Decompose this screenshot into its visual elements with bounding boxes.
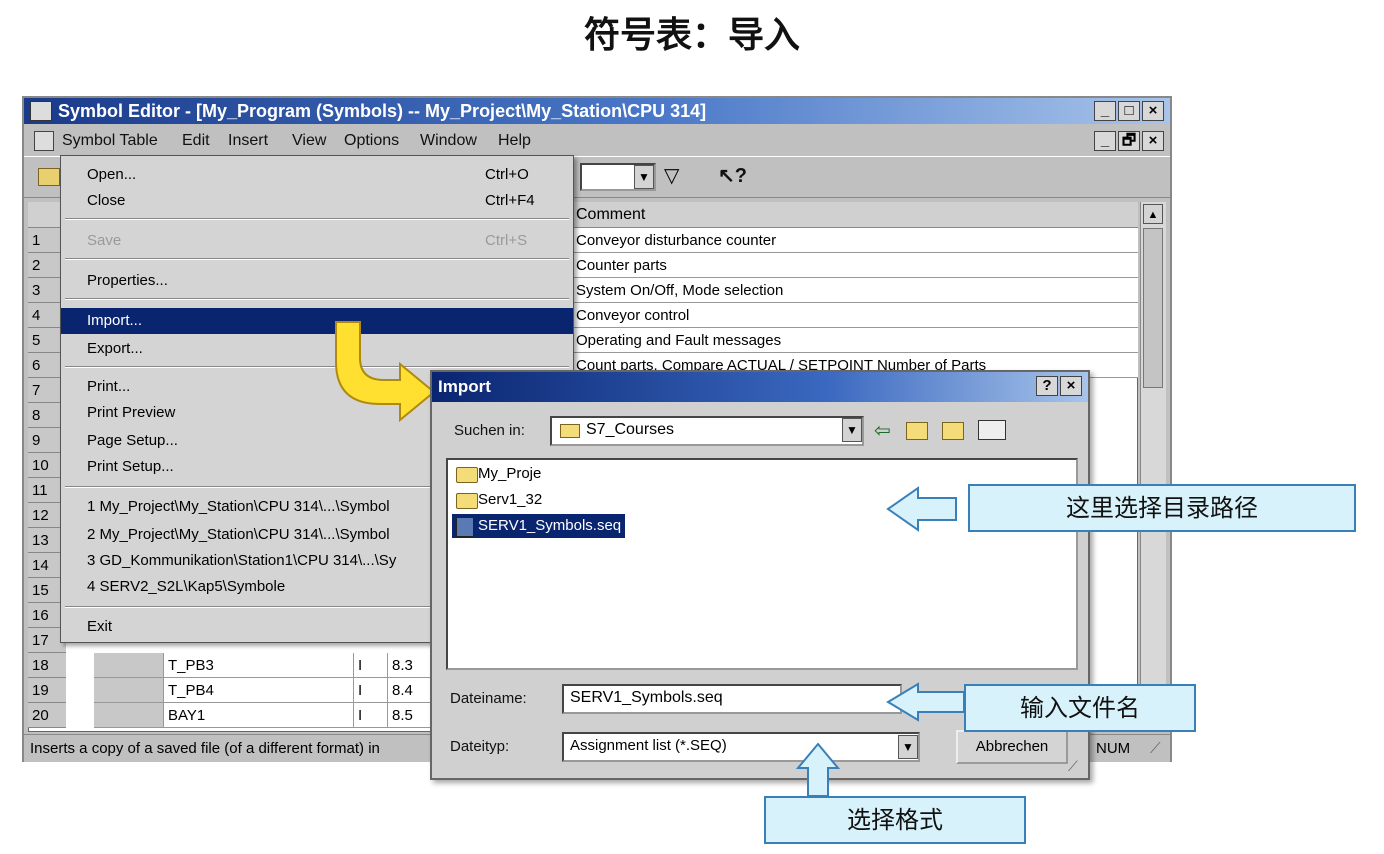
maximize-button[interactable]: □ — [1118, 101, 1140, 121]
yellow-arrow-icon — [335, 321, 436, 422]
dialog-title: Import — [438, 377, 491, 396]
row-number[interactable]: 20 — [28, 703, 66, 728]
comment-cell[interactable]: Conveyor disturbance counter — [574, 228, 1138, 253]
status-cell[interactable] — [94, 678, 164, 703]
list-item[interactable]: My_Proje — [452, 462, 541, 486]
table-cell-addr[interactable]: I — [354, 703, 388, 728]
table-cell-symbol[interactable]: BAY1 — [164, 703, 354, 728]
menu-item-close[interactable]: Close Ctrl+F4 — [61, 188, 573, 214]
callout-filename: 输入文件名 — [964, 684, 1196, 732]
filetype-label: Dateityp: — [450, 738, 510, 755]
window-titlebar: Symbol Editor - [My_Program (Symbols) --… — [24, 98, 1170, 124]
chevron-down-icon[interactable]: ▼ — [634, 165, 654, 189]
chevron-down-icon[interactable]: ▼ — [842, 418, 862, 442]
resize-grip-icon[interactable]: ⟋ — [1068, 758, 1078, 775]
filetype-select[interactable]: Assignment list (*.SEQ) ▼ — [562, 732, 920, 762]
menu-insert[interactable]: Insert — [228, 126, 268, 156]
dialog-titlebar: Import ? × — [432, 372, 1088, 402]
filetype-value: Assignment list (*.SEQ) — [570, 737, 727, 754]
vertical-scrollbar[interactable]: ▲ — [1140, 202, 1166, 732]
row-number[interactable]: 18 — [28, 653, 66, 678]
document-icon — [34, 131, 54, 151]
dialog-close-button[interactable]: × — [1060, 376, 1082, 396]
folder-icon — [456, 493, 478, 509]
status-cell[interactable] — [94, 653, 164, 678]
up-arrow-icon — [795, 742, 841, 797]
menu-item-import[interactable]: Import... — [61, 308, 573, 334]
app-icon — [30, 101, 52, 121]
table-cell-symbol[interactable]: T_PB4 — [164, 678, 354, 703]
comment-cell[interactable]: Operating and Fault messages — [574, 328, 1138, 353]
menu-options[interactable]: Options — [344, 126, 399, 156]
comment-cell[interactable]: Conveyor control — [574, 303, 1138, 328]
row-number[interactable]: 19 — [28, 678, 66, 703]
look-in-combo[interactable]: S7_Courses ▼ — [550, 416, 864, 446]
table-cell-addr[interactable]: I — [354, 678, 388, 703]
filename-input[interactable]: SERV1_Symbols.seq — [562, 684, 902, 714]
column-header-comment[interactable]: Comment — [572, 202, 1138, 228]
table-cell-addr[interactable]: I — [354, 653, 388, 678]
up-folder-icon[interactable] — [906, 422, 928, 440]
context-help-icon[interactable]: ↖? — [718, 163, 747, 188]
menu-edit[interactable]: Edit — [182, 126, 210, 156]
list-item-selected[interactable]: SERV1_Symbols.seq — [452, 514, 626, 538]
open-folder-icon[interactable] — [38, 168, 60, 186]
left-arrow-icon — [886, 682, 965, 722]
folder-icon — [560, 424, 580, 438]
callout-directory: 这里选择目录路径 — [968, 484, 1356, 532]
window-title: Symbol Editor - [My_Program (Symbols) --… — [58, 101, 707, 121]
look-in-label: Suchen in: — [454, 422, 525, 439]
comment-cell[interactable]: System On/Off, Mode selection — [574, 278, 1138, 303]
num-indicator: NUM — [1096, 740, 1131, 757]
callout-format: 选择格式 — [764, 796, 1026, 844]
doc-restore-button[interactable]: 🗗 — [1118, 131, 1140, 151]
back-icon[interactable]: ⇦ — [874, 418, 891, 443]
menu-item-properties[interactable]: Properties... — [61, 268, 573, 294]
comment-cell[interactable]: Counter parts — [574, 253, 1138, 278]
menubar: Symbol Table Edit Insert View Options Wi… — [24, 126, 1170, 156]
file-icon — [456, 517, 474, 537]
menu-view[interactable]: View — [292, 126, 326, 156]
filename-label: Dateiname: — [450, 690, 527, 707]
chevron-down-icon[interactable]: ▼ — [898, 735, 918, 759]
page-title: 符号表：导入 — [583, 15, 800, 56]
menu-item-save: Save Ctrl+S — [87, 232, 528, 249]
menu-item-open[interactable]: Open... Ctrl+O — [61, 162, 573, 188]
table-cell-symbol[interactable]: T_PB3 — [164, 653, 354, 678]
minimize-button[interactable]: _ — [1094, 101, 1116, 121]
menu-symbol-table[interactable]: Symbol Table — [62, 126, 158, 156]
scroll-thumb[interactable] — [1143, 228, 1163, 388]
folder-icon — [456, 467, 478, 483]
dialog-help-button[interactable]: ? — [1036, 376, 1058, 396]
status-text: Inserts a copy of a saved file (of a dif… — [30, 740, 380, 757]
menu-window[interactable]: Window — [420, 126, 477, 156]
cancel-button[interactable]: Abbrechen — [956, 730, 1068, 764]
menu-item-export[interactable]: Export... — [61, 336, 573, 362]
view-menu-icon[interactable] — [978, 420, 1006, 440]
resize-grip-icon[interactable]: ⟋ — [1150, 735, 1161, 763]
status-cell[interactable] — [94, 703, 164, 728]
doc-minimize-button[interactable]: _ — [1094, 131, 1116, 151]
filter-combo[interactable]: ▼ — [580, 163, 656, 191]
filter-icon[interactable]: ▽ — [664, 163, 679, 188]
scroll-up-icon[interactable]: ▲ — [1143, 204, 1163, 224]
look-in-value: S7_Courses — [586, 421, 675, 438]
doc-close-button[interactable]: × — [1142, 131, 1164, 151]
list-item[interactable]: Serv1_32 — [452, 488, 542, 512]
menu-help[interactable]: Help — [498, 126, 531, 156]
left-arrow-icon — [886, 486, 957, 532]
close-button[interactable]: × — [1142, 101, 1164, 121]
new-folder-icon[interactable] — [942, 422, 964, 440]
